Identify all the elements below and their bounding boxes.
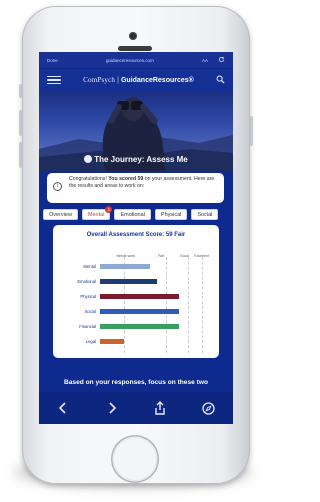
tab-label: Physical	[160, 212, 182, 218]
tab-label: Mental	[87, 212, 105, 218]
category-label: Legal	[85, 338, 96, 344]
scale-label: Fair	[158, 254, 165, 258]
category-label: Mental	[83, 263, 96, 269]
notice-intro: Congratulations!	[69, 176, 109, 182]
score-notice: i Congratulations! You scored 59 on your…	[47, 173, 224, 203]
search-icon[interactable]	[216, 71, 225, 89]
tab-emotional[interactable]: Emotional	[114, 209, 151, 220]
brand-compsych: ComPsych	[83, 76, 116, 84]
status-controls: AA	[202, 56, 225, 64]
chart-title: Overall Assessment Score: 59 Fair	[86, 232, 186, 238]
gridline	[166, 257, 167, 353]
category-label: Social	[84, 308, 96, 314]
mute-switch	[19, 84, 22, 98]
brand-guidanceresources: GuidanceResources®	[120, 77, 194, 84]
bar-physical	[100, 294, 180, 299]
tab-overview[interactable]: Overview	[43, 209, 78, 220]
tab-mental[interactable]: Mental 1	[81, 206, 113, 220]
browser-status-bar: Done guidanceresources.com AA	[39, 52, 233, 68]
brand-logo[interactable]: ComPsych | GuidanceResources®	[61, 76, 216, 84]
front-camera	[129, 32, 137, 40]
page-title: The Journey: Assess Me	[39, 155, 233, 165]
bar-legal	[100, 339, 125, 344]
earpiece-speaker	[118, 46, 152, 51]
home-button[interactable]	[111, 435, 159, 483]
focus-heading: Based on your responses, focus on these …	[64, 379, 208, 386]
chevron-right-icon[interactable]	[101, 397, 123, 419]
tab-label: Overview	[49, 212, 72, 218]
brand-separator: |	[117, 77, 119, 84]
phone-screen: Done guidanceresources.com AA ComPsych | G…	[39, 52, 233, 424]
category-label: Physical	[80, 293, 96, 299]
share-icon[interactable]	[149, 397, 171, 419]
journey-badge-icon	[84, 155, 93, 163]
tab-badge: 1	[105, 206, 113, 213]
category-label: Emotional	[77, 278, 96, 284]
category-label: Financial	[79, 323, 96, 329]
gridline	[202, 257, 204, 353]
bar-social	[100, 309, 180, 314]
power-button	[250, 116, 253, 146]
notice-score: You scored 59	[108, 176, 144, 182]
volume-up-button	[19, 110, 22, 136]
compass-icon[interactable]	[198, 397, 220, 419]
text-size-button[interactable]: AA	[202, 58, 208, 63]
page-title-text: The Journey: Assess Me	[94, 155, 188, 164]
site-header: ComPsych | GuidanceResources®	[39, 69, 233, 91]
bar-mental	[100, 264, 150, 269]
tab-physical[interactable]: Physical	[154, 209, 188, 220]
browser-toolbar	[39, 392, 233, 424]
info-icon: i	[53, 182, 62, 191]
tab-social[interactable]: Social	[191, 209, 219, 220]
bar-financial	[100, 324, 180, 329]
scale-label: Needs work	[116, 254, 136, 258]
bar-emotional	[100, 279, 158, 284]
chevron-left-icon[interactable]	[52, 397, 74, 419]
category-tabs: Overview Mental 1 Emotional Physical Soci…	[43, 206, 233, 221]
gridline	[124, 257, 126, 353]
tab-label: Emotional	[120, 212, 145, 218]
done-button[interactable]: Done	[47, 58, 58, 63]
volume-down-button	[19, 142, 22, 168]
url-text[interactable]: guidanceresources.com	[106, 58, 154, 63]
gridline	[188, 257, 189, 353]
tab-label: Social	[197, 212, 213, 218]
assessment-chart: Overall Assessment Score: 59 Fair Needs …	[53, 225, 219, 358]
menu-icon[interactable]	[47, 75, 61, 85]
reload-icon[interactable]	[218, 56, 225, 64]
